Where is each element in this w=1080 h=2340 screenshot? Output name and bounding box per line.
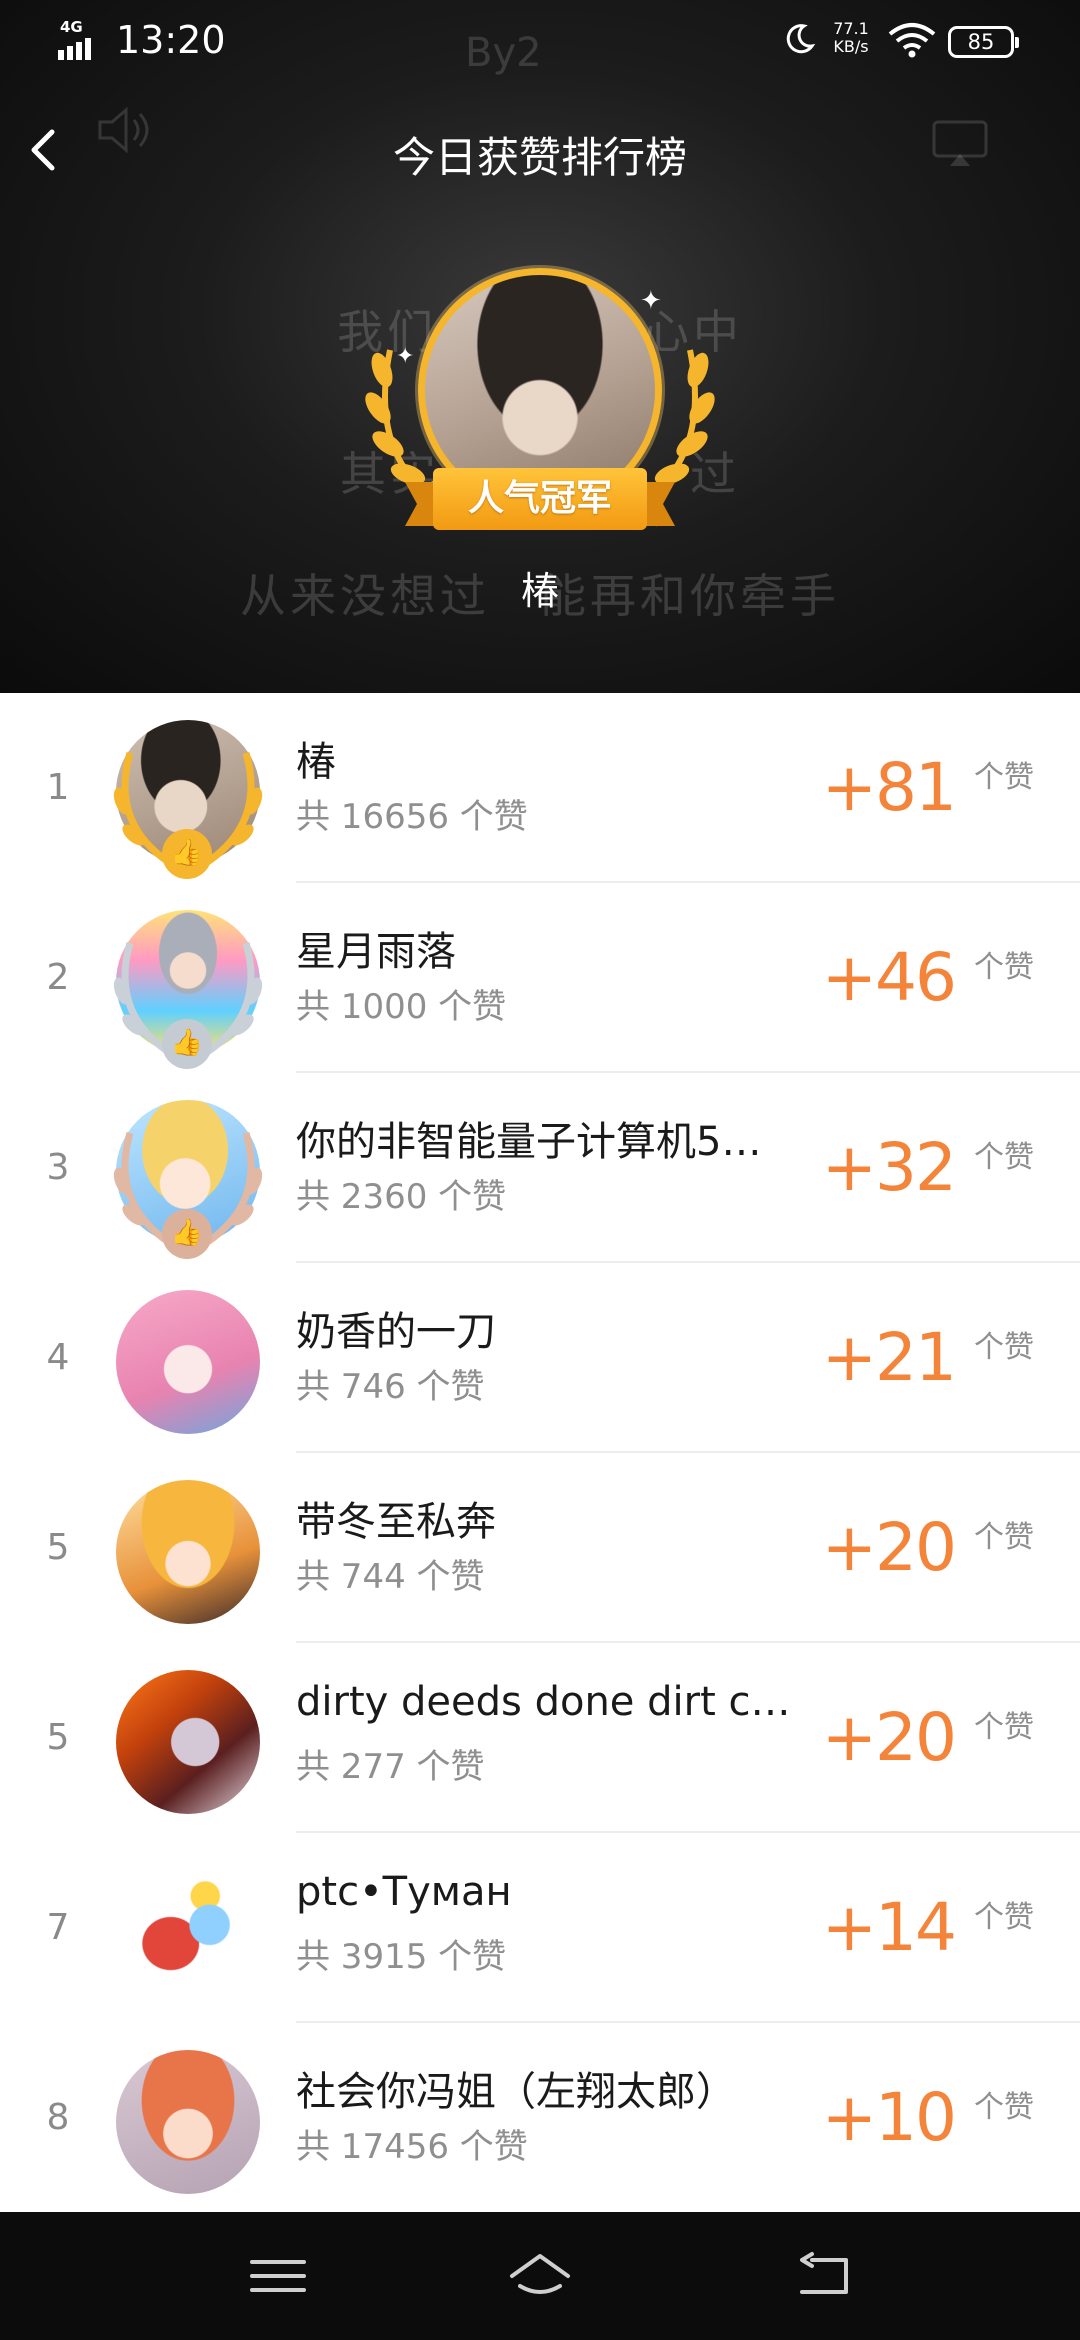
likes-gained: +20	[821, 1699, 957, 1776]
champion-ribbon: 人气冠军	[405, 468, 675, 534]
rank-number: 1	[46, 767, 70, 808]
network-speed-unit: KB/s	[833, 37, 869, 56]
status-bar: 4G 13:20 77.1 KB/s 85	[0, 0, 1080, 84]
likes-unit: 个赞	[974, 1330, 1034, 1365]
user-avatar[interactable]	[116, 1860, 260, 2004]
page-title: 今日获赞排行榜	[392, 133, 687, 182]
total-likes: 共 2360 个赞	[296, 1177, 507, 1217]
likes-unit: 个赞	[974, 2090, 1034, 2125]
ranking-row[interactable]: 1 👍 椿 共 16656 个赞 +81 个赞	[0, 693, 1080, 883]
champion-badge: 人气冠军	[433, 468, 647, 530]
total-likes: 共 3915 个赞	[296, 1937, 507, 1977]
champion-name: 椿	[520, 569, 559, 613]
rank-number: 5	[46, 1717, 70, 1758]
system-nav-bar	[0, 2212, 1080, 2340]
clock: 13:20	[116, 18, 226, 62]
user-name: ptc•Туман	[296, 1869, 512, 1915]
network-type: 4G	[60, 18, 83, 36]
network-speed: 77.1 KB/s	[826, 20, 876, 56]
likes-gained: +32	[821, 1129, 957, 1206]
likes-unit: 个赞	[974, 760, 1034, 795]
back-nav-icon[interactable]	[792, 2246, 856, 2306]
battery-indicator: 85	[948, 26, 1019, 58]
ranking-row[interactable]: 8 社会你冯姐（左翔太郎） 共 17456 个赞 +10 个赞	[0, 2023, 1080, 2213]
rank-number: 7	[46, 1907, 70, 1948]
user-name: 带冬至私奔	[296, 1499, 496, 1545]
ranking-row[interactable]: 3 👍 你的非智能量子计算机5… 共 2360 个赞 +32 个赞	[0, 1073, 1080, 1263]
user-avatar[interactable]	[116, 1480, 260, 1624]
thumbs-up-icon: 👍	[162, 829, 212, 879]
total-likes: 共 16656 个赞	[296, 797, 528, 837]
sparkle-icon: ✦	[396, 344, 415, 369]
total-likes: 共 277 个赞	[296, 1747, 485, 1787]
likes-gained: +10	[821, 2079, 957, 2156]
likes-unit: 个赞	[974, 1140, 1034, 1175]
rank-number: 4	[46, 1337, 70, 1378]
total-likes: 共 746 个赞	[296, 1367, 485, 1407]
rank-number: 2	[46, 957, 70, 998]
user-name: 椿	[296, 739, 336, 785]
signal-icon: 4G	[58, 18, 106, 60]
header-banner: By2 我们 · 心中 其实 过 从来没想过 能再和你牵手 4G 13:20 7…	[0, 0, 1080, 693]
likes-gained: +81	[821, 749, 957, 826]
network-speed-value: 77.1	[833, 19, 869, 38]
total-likes: 共 1000 个赞	[296, 987, 507, 1027]
ranking-row[interactable]: 4 奶香的一刀 共 746 个赞 +21 个赞	[0, 1263, 1080, 1453]
likes-unit: 个赞	[974, 1900, 1034, 1935]
ranking-list: 1 👍 椿 共 16656 个赞 +81 个赞 2 👍 星月雨落 共 1000 …	[0, 693, 1080, 2213]
likes-gained: +46	[821, 939, 957, 1016]
rank-number: 3	[46, 1147, 70, 1188]
ranking-row[interactable]: 2 👍 星月雨落 共 1000 个赞 +46 个赞	[0, 883, 1080, 1073]
rank-number: 5	[46, 1527, 70, 1568]
thumbs-up-icon: 👍	[162, 1019, 212, 1069]
likes-gained: +14	[821, 1889, 957, 1966]
likes-gained: +20	[821, 1509, 957, 1586]
user-name: 你的非智能量子计算机5…	[296, 1119, 762, 1165]
user-avatar[interactable]	[116, 1290, 260, 1434]
rank-number: 8	[46, 2097, 70, 2138]
total-likes: 共 17456 个赞	[296, 2127, 528, 2167]
user-name: 社会你冯姐（左翔太郎）	[296, 2069, 736, 2115]
wifi-icon	[888, 23, 936, 58]
do-not-disturb-moon-icon	[786, 24, 816, 54]
total-likes: 共 744 个赞	[296, 1557, 485, 1597]
home-icon[interactable]	[508, 2246, 572, 2306]
likes-gained: +21	[821, 1319, 957, 1396]
ranking-row[interactable]: 5 带冬至私奔 共 744 个赞 +20 个赞	[0, 1453, 1080, 1643]
ranking-row[interactable]: 5 dirty deeds done dirt c… 共 277 个赞 +20 …	[0, 1643, 1080, 1833]
menu-icon[interactable]	[246, 2246, 310, 2306]
user-avatar[interactable]	[116, 1670, 260, 1814]
user-name: 奶香的一刀	[296, 1309, 496, 1355]
likes-unit: 个赞	[974, 1520, 1034, 1555]
user-avatar[interactable]	[116, 2050, 260, 2194]
ranking-row[interactable]: 7 ptc•Туман 共 3915 个赞 +14 个赞	[0, 1833, 1080, 2023]
thumbs-up-icon: 👍	[162, 1209, 212, 1259]
user-name: dirty deeds done dirt c…	[296, 1679, 791, 1725]
user-name: 星月雨落	[296, 929, 456, 975]
likes-unit: 个赞	[974, 950, 1034, 985]
sparkle-icon: ✦	[640, 286, 662, 316]
likes-unit: 个赞	[974, 1710, 1034, 1745]
